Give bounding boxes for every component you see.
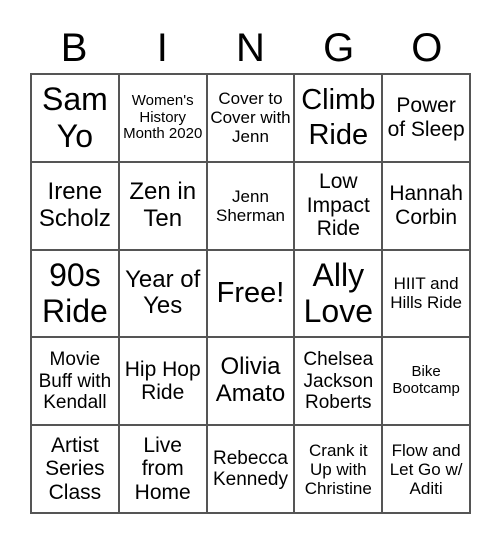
- header-letter-g: G: [323, 26, 355, 70]
- bingo-cell[interactable]: Rebecca Kennedy: [206, 425, 295, 513]
- bingo-cell[interactable]: Zen in Ten: [118, 161, 207, 250]
- bingo-cell[interactable]: Hannah Corbin: [382, 161, 470, 250]
- bingo-cell[interactable]: Sam Yo: [31, 74, 119, 162]
- bingo-cell[interactable]: Artist Series Class: [31, 425, 119, 513]
- header-letter-i: I: [156, 26, 168, 70]
- free-space-cell[interactable]: Free!: [206, 249, 295, 338]
- bingo-card: Sam Yo Women's History Month 2020 Cover …: [30, 73, 471, 514]
- bingo-cell[interactable]: HIIT and Hills Ride: [382, 249, 470, 338]
- bingo-header: B I N G O: [30, 24, 471, 72]
- header-letter-o: O: [411, 26, 443, 70]
- bingo-cell[interactable]: Irene Scholz: [31, 161, 119, 250]
- bingo-cell[interactable]: Year of Yes: [118, 249, 207, 338]
- bingo-cell[interactable]: Ally Love: [294, 249, 383, 338]
- bingo-cell[interactable]: Movie Buff with Kendall: [31, 337, 119, 426]
- bingo-cell[interactable]: Cover to Cover with Jenn: [206, 74, 295, 162]
- bingo-cell[interactable]: Bike Bootcamp: [382, 337, 470, 426]
- bingo-cell[interactable]: Olivia Amato: [206, 337, 295, 426]
- bingo-cell[interactable]: Flow and Let Go w/ Aditi: [382, 425, 470, 513]
- bingo-cell[interactable]: Low Impact Ride: [294, 161, 383, 250]
- bingo-cell[interactable]: Hip Hop Ride: [118, 337, 207, 426]
- bingo-cell[interactable]: Women's History Month 2020: [118, 74, 207, 162]
- bingo-cell[interactable]: Live from Home: [118, 425, 207, 513]
- bingo-cell[interactable]: Power of Sleep: [382, 74, 470, 162]
- bingo-cell[interactable]: 90s Ride: [31, 249, 119, 338]
- header-letter-b: B: [60, 26, 88, 70]
- bingo-cell[interactable]: Jenn Sherman: [206, 161, 295, 250]
- bingo-cell[interactable]: Climb Ride: [294, 74, 383, 162]
- bingo-cell[interactable]: Chelsea Jackson Roberts: [294, 337, 383, 426]
- bingo-cell[interactable]: Crank it Up with Christine: [294, 425, 383, 513]
- header-letter-n: N: [236, 26, 265, 70]
